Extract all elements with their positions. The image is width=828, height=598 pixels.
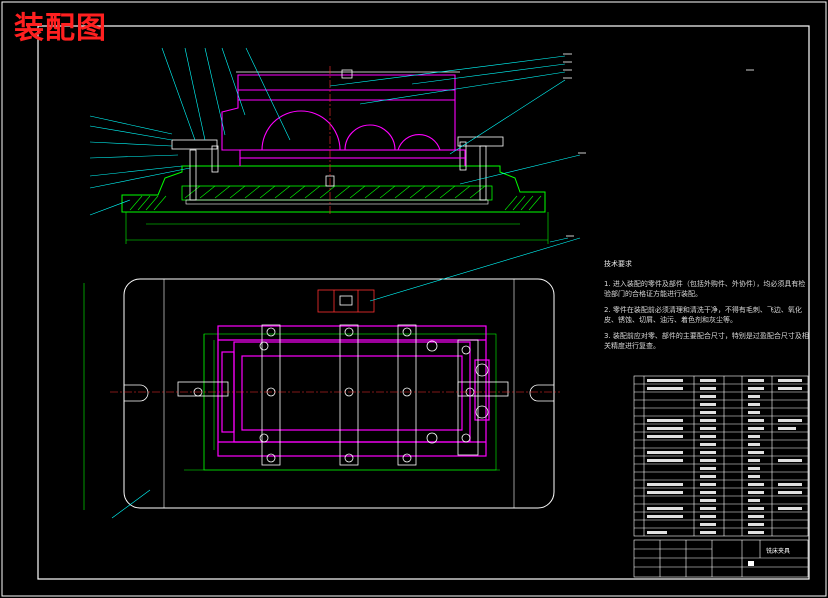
front-leaders xyxy=(89,47,581,243)
technical-requirements: 技术要求 1. 进入装配的零件及部件（包括外购件、外协件），均必须具有检验部门的… xyxy=(604,259,809,357)
requirement-item: 3. 装配前应对零、部件的主要配合尺寸，特别是过盈配合尺寸及相关精度进行复查。 xyxy=(604,332,809,350)
front-view xyxy=(89,47,754,244)
front-bolts xyxy=(189,141,487,201)
plan-leaders xyxy=(111,237,581,519)
plan-clamps xyxy=(177,324,509,466)
base-inner-slot xyxy=(181,185,493,201)
title-block xyxy=(633,539,809,578)
base-hatch xyxy=(129,185,542,211)
plan-dimensions xyxy=(83,283,500,510)
requirement-item: 1. 进入装配的零件及部件（包括外购件、外协件），均必须具有检验部门的合格证方能… xyxy=(604,280,806,298)
drawing-title: 装配图 xyxy=(14,11,107,46)
title-block-mark xyxy=(748,561,754,566)
right-u-slot xyxy=(529,384,554,402)
top-gauge-block xyxy=(341,69,353,79)
top-view xyxy=(83,237,581,519)
requirement-item: 2. 零件在装配前必须清理和清洗干净，不得有毛刺、飞边、氧化皮、锈蚀、切屑、油污… xyxy=(604,306,802,324)
base-lower-strip xyxy=(185,199,489,205)
front-balloon-ticks xyxy=(563,53,754,237)
left-u-slot xyxy=(124,384,149,402)
technical-requirements-heading: 技术要求 xyxy=(604,260,632,268)
key-block-detail xyxy=(317,289,375,313)
workpiece-front xyxy=(221,74,466,166)
front-dimensions xyxy=(125,212,549,244)
title-block-drawing-name: 铣床夹具 xyxy=(766,547,790,555)
parts-list-table xyxy=(633,375,809,537)
workpiece-plan xyxy=(217,325,490,457)
parts-list-text xyxy=(647,379,802,534)
left-clamp-plate xyxy=(171,139,218,150)
